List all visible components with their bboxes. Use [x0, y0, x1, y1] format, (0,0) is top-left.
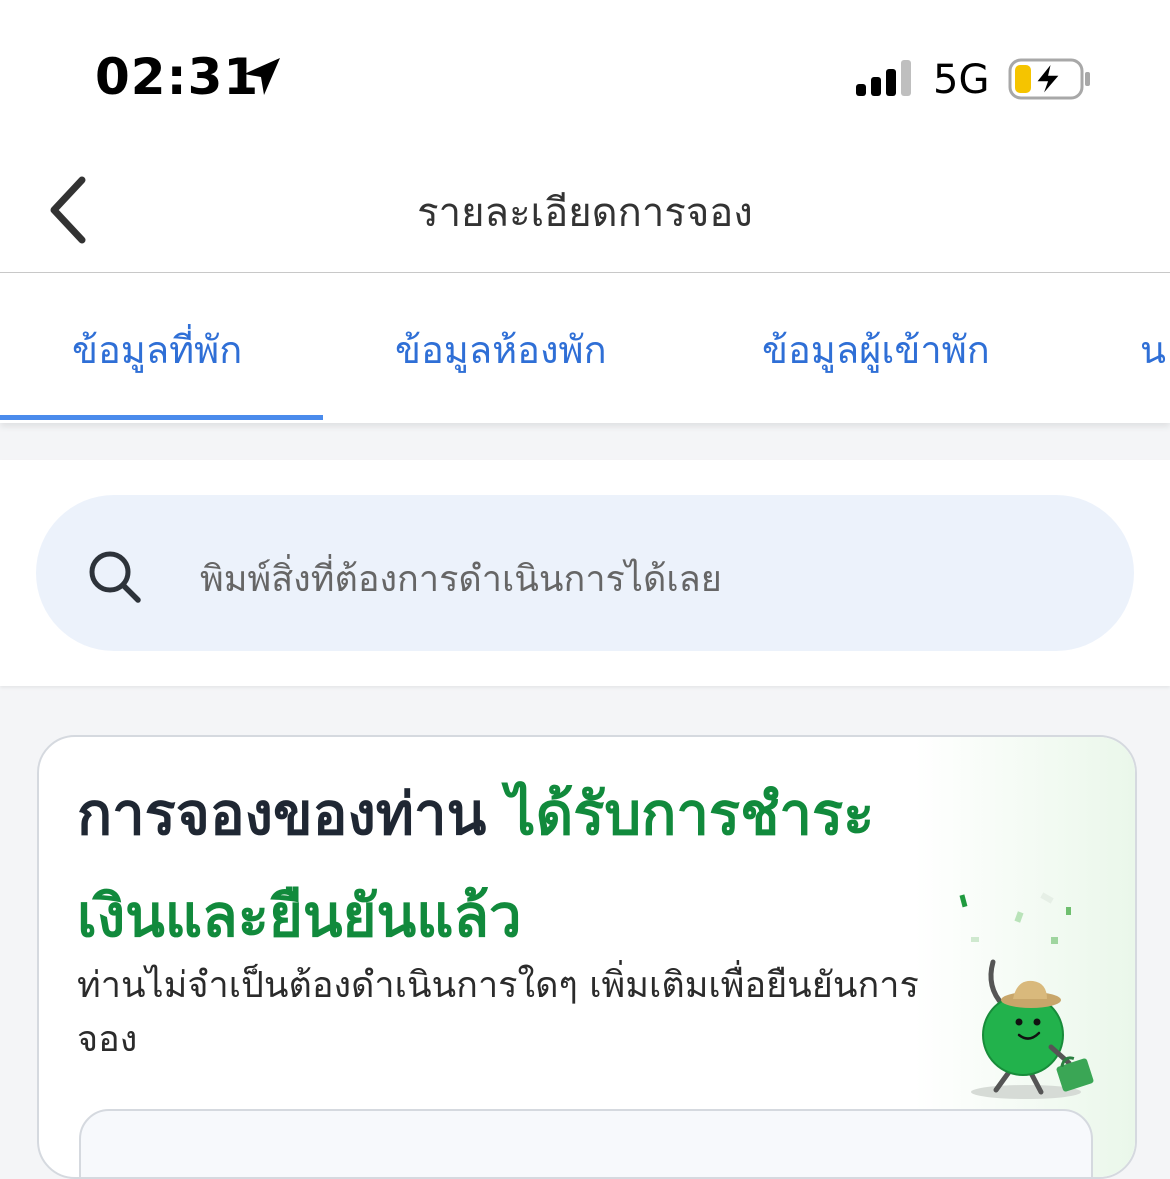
tab-property-info[interactable]: ข้อมูลที่พัก — [72, 319, 242, 380]
tab-more[interactable]: น — [1140, 319, 1166, 380]
tab-room-info[interactable]: ข้อมูลห้องพัก — [395, 319, 607, 380]
mascot-illustration — [959, 892, 1094, 1099]
search-section: พิมพ์สิ่งที่ต้องการดำเนินการได้เลย — [0, 460, 1170, 686]
status-bar: 02:31 5G — [0, 0, 1170, 150]
app-header: รายละเอียดการจอง — [0, 150, 1170, 273]
status-time: 02:31 — [95, 48, 260, 106]
booking-summary-box — [79, 1109, 1093, 1177]
network-type: 5G — [933, 57, 990, 103]
page-title: รายละเอียดการจอง — [417, 190, 753, 236]
tab-active-indicator — [0, 415, 323, 420]
search-icon — [89, 551, 141, 603]
booking-status-description: ท่านไม่จำเป็นต้องดำเนินการใดๆ เพิ่มเติมเ… — [77, 965, 919, 1060]
tab-bar: ข้อมูลที่พัก ข้อมูลห้องพัก ข้อมูลผู้เข้า… — [0, 273, 1170, 423]
booking-status-card: การจองของท่าน ได้รับการชำระเงินและยืนยัน… — [37, 735, 1137, 1179]
tab-guest-info[interactable]: ข้อมูลผู้เข้าพัก — [762, 319, 990, 380]
search-placeholder: พิมพ์สิ่งที่ต้องการดำเนินการได้เลย — [200, 559, 722, 600]
signal-icon — [856, 60, 911, 96]
battery-charging-icon — [1008, 58, 1090, 100]
location-arrow-icon — [244, 58, 280, 95]
booking-status-heading: การจองของท่าน ได้รับการชำระเงินและยืนยัน… — [77, 763, 877, 967]
heading-text-dark: การจองของท่าน — [77, 780, 507, 848]
